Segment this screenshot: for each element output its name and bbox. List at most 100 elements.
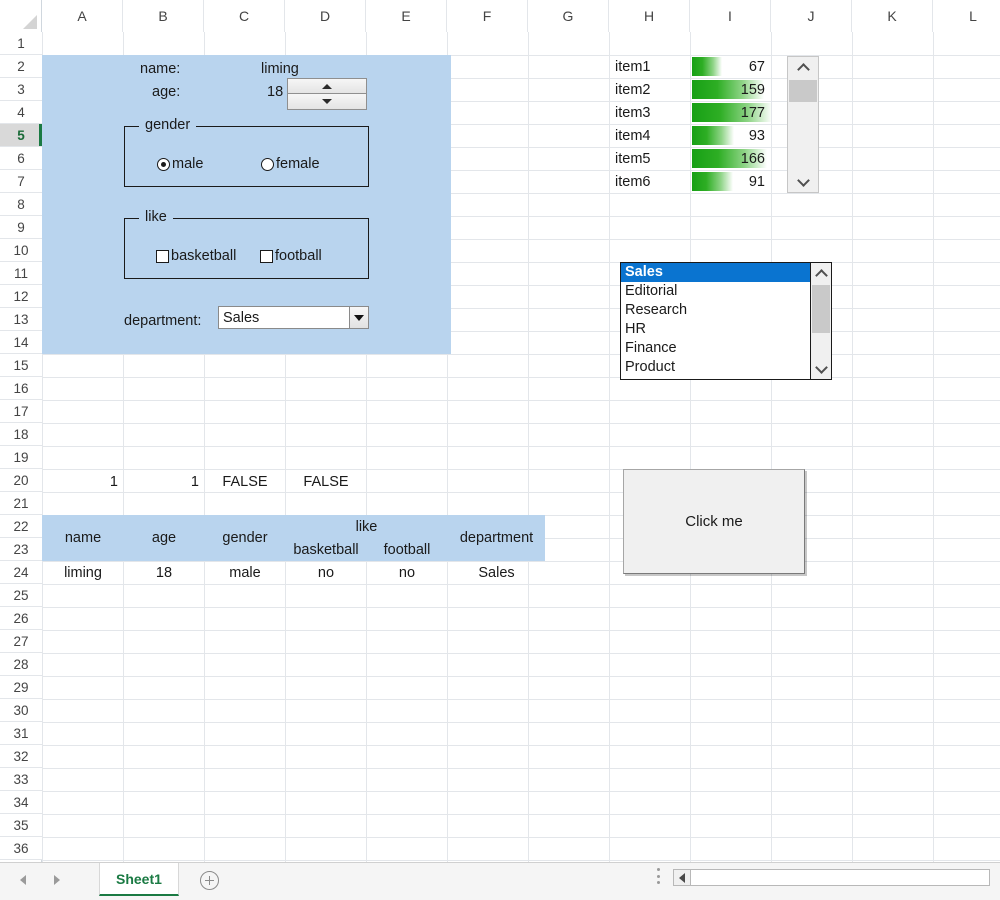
row-header-10[interactable]: 10 <box>0 239 42 262</box>
databar-label[interactable]: item4 <box>610 124 690 147</box>
row-header-25[interactable]: 25 <box>0 584 42 607</box>
scrollbar-down-button[interactable] <box>788 171 818 192</box>
row-header-22[interactable]: 22 <box>0 515 42 538</box>
value-scrollbar-control[interactable] <box>787 56 819 193</box>
scroll-left-button[interactable] <box>674 870 691 885</box>
radio-gender-male[interactable]: male <box>157 156 203 172</box>
chevron-down-icon[interactable] <box>349 307 368 328</box>
table-header-gender[interactable]: gender <box>205 515 285 561</box>
row-header-28[interactable]: 28 <box>0 653 42 676</box>
column-header-e[interactable]: E <box>366 0 447 32</box>
listbox-option[interactable]: Editorial <box>621 282 810 301</box>
databar-label[interactable]: item2 <box>610 78 690 101</box>
databar-cell[interactable]: 67 <box>691 55 771 78</box>
split-handle-icon[interactable] <box>656 868 660 884</box>
table-header-name[interactable]: name <box>43 515 123 561</box>
checkbox-football[interactable]: football <box>260 248 322 264</box>
row-header-19[interactable]: 19 <box>0 446 42 469</box>
databar-cell[interactable]: 159 <box>691 78 771 101</box>
row-header-8[interactable]: 8 <box>0 193 42 216</box>
department-combobox[interactable]: Sales <box>218 306 369 329</box>
previous-sheet-button[interactable] <box>14 871 32 889</box>
row-header-20[interactable]: 20 <box>0 469 42 492</box>
databar-cell[interactable]: 166 <box>691 147 771 170</box>
row-header-2[interactable]: 2 <box>0 55 42 78</box>
row-header-21[interactable]: 21 <box>0 492 42 515</box>
table-header-like[interactable]: like <box>286 515 447 538</box>
cell-a20[interactable]: 1 <box>43 470 123 493</box>
row-header-15[interactable]: 15 <box>0 354 42 377</box>
sheet-tab-sheet1[interactable]: Sheet1 <box>99 863 179 896</box>
table-header-basketball[interactable]: basketball <box>286 538 366 561</box>
databar-cell[interactable]: 177 <box>691 101 771 124</box>
column-header-g[interactable]: G <box>528 0 609 32</box>
radio-gender-female[interactable]: female <box>261 156 320 172</box>
table-cell-gender[interactable]: male <box>205 561 285 584</box>
databar-cell[interactable]: 93 <box>691 124 771 147</box>
listbox-scroll-down-button[interactable] <box>811 358 831 379</box>
row-header-31[interactable]: 31 <box>0 722 42 745</box>
column-header-l[interactable]: L <box>933 0 1000 32</box>
table-header-age[interactable]: age <box>124 515 204 561</box>
row-header-29[interactable]: 29 <box>0 676 42 699</box>
row-header-34[interactable]: 34 <box>0 791 42 814</box>
table-cell-department[interactable]: Sales <box>448 561 545 584</box>
row-header-23[interactable]: 23 <box>0 538 42 561</box>
horizontal-scrollbar[interactable] <box>673 869 990 886</box>
row-header-5[interactable]: 5 <box>0 124 42 147</box>
row-header-11[interactable]: 11 <box>0 262 42 285</box>
department-listbox[interactable]: Sales Editorial Research HR Finance Product <box>620 262 832 380</box>
listbox-option[interactable]: Product <box>621 358 810 377</box>
databar-label[interactable]: item3 <box>610 101 690 124</box>
row-header-13[interactable]: 13 <box>0 308 42 331</box>
row-header-9[interactable]: 9 <box>0 216 42 239</box>
row-header-30[interactable]: 30 <box>0 699 42 722</box>
click-me-button[interactable]: Click me <box>623 469 805 574</box>
age-spinner[interactable] <box>287 78 367 110</box>
databar-label[interactable]: item5 <box>610 147 690 170</box>
checkbox-basketball[interactable]: basketball <box>156 248 236 264</box>
row-header-18[interactable]: 18 <box>0 423 42 446</box>
table-cell-age[interactable]: 18 <box>124 561 204 584</box>
column-header-i[interactable]: I <box>690 0 771 32</box>
row-header-36[interactable]: 36 <box>0 837 42 860</box>
next-sheet-button[interactable] <box>48 871 66 889</box>
column-header-j[interactable]: J <box>771 0 852 32</box>
table-header-football[interactable]: football <box>367 538 447 561</box>
databar-label[interactable]: item1 <box>610 55 690 78</box>
column-header-a[interactable]: A <box>42 0 123 32</box>
row-header-17[interactable]: 17 <box>0 400 42 423</box>
table-cell-name[interactable]: liming <box>43 561 123 584</box>
listbox-scrollbar[interactable] <box>810 263 831 379</box>
listbox-option[interactable]: HR <box>621 320 810 339</box>
listbox-scroll-up-button[interactable] <box>811 263 831 284</box>
databar-cell[interactable]: 91 <box>691 170 771 193</box>
row-header-12[interactable]: 12 <box>0 285 42 308</box>
listbox-option[interactable]: Research <box>621 301 810 320</box>
scrollbar-up-button[interactable] <box>788 57 818 78</box>
column-header-b[interactable]: B <box>123 0 204 32</box>
row-header-1[interactable]: 1 <box>0 32 42 55</box>
select-all-corner[interactable] <box>0 0 42 32</box>
cell-b20[interactable]: 1 <box>124 470 204 493</box>
listbox-option[interactable]: Finance <box>621 339 810 358</box>
table-cell-football[interactable]: no <box>367 561 447 584</box>
add-sheet-icon[interactable] <box>200 871 219 890</box>
cell-d20[interactable]: FALSE <box>286 470 366 493</box>
row-header-35[interactable]: 35 <box>0 814 42 837</box>
listbox-items[interactable]: Sales Editorial Research HR Finance Product <box>621 263 810 379</box>
row-header-6[interactable]: 6 <box>0 147 42 170</box>
row-header-3[interactable]: 3 <box>0 78 42 101</box>
column-header-k[interactable]: K <box>852 0 933 32</box>
spinner-up-button[interactable] <box>288 79 366 94</box>
row-header-27[interactable]: 27 <box>0 630 42 653</box>
databar-label[interactable]: item6 <box>610 170 690 193</box>
spinner-down-button[interactable] <box>288 94 366 109</box>
column-header-h[interactable]: H <box>609 0 690 32</box>
column-header-c[interactable]: C <box>204 0 285 32</box>
horizontal-scroll-track[interactable] <box>691 870 989 885</box>
row-header-4[interactable]: 4 <box>0 101 42 124</box>
table-cell-basketball[interactable]: no <box>286 561 366 584</box>
listbox-option[interactable]: Sales <box>621 263 810 282</box>
row-header-32[interactable]: 32 <box>0 745 42 768</box>
